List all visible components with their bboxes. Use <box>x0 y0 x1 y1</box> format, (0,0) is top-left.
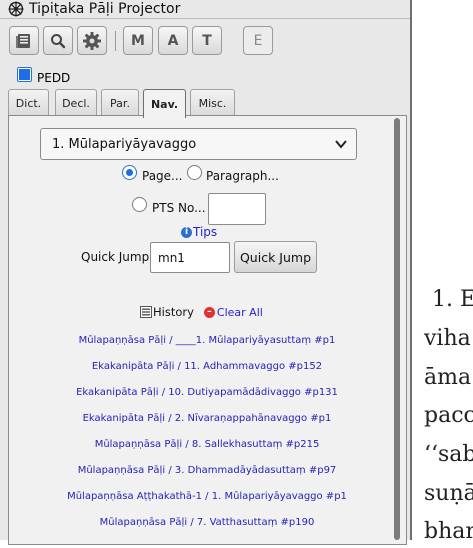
pts-input[interactable] <box>208 193 266 225</box>
remove-icon: – <box>203 306 215 318</box>
text-line: viha <box>424 326 471 351</box>
toolbar-separator <box>115 31 116 51</box>
history-item[interactable]: Mūlapaṇṇāsa Pāḷi / 7. Vatthasuttaṃ #p190 <box>9 517 405 528</box>
window-title: Tipiṭaka Pāḷi Projector <box>29 1 181 17</box>
tab-decl[interactable]: Decl. <box>55 89 97 116</box>
tab-par[interactable]: Par. <box>101 89 139 116</box>
tab-misc[interactable]: Misc. <box>190 89 235 116</box>
pedd-checkbox-row[interactable]: PEDD <box>17 63 70 85</box>
text-line: bhar <box>424 519 473 544</box>
book-icon <box>16 33 30 48</box>
text-line: āma <box>424 365 472 390</box>
search-icon <box>51 33 66 48</box>
title-bar: Tipiṭaka Pāḷi Projector <box>0 0 410 19</box>
atthakatha-button[interactable]: A <box>158 26 188 55</box>
book-button[interactable] <box>9 26 39 55</box>
history-item[interactable]: Mūlapaṇṇāsa Aṭṭhakathā-1 / 1. Mūlapariyā… <box>9 491 405 502</box>
vagga-select[interactable]: 1. Mūlapariyāyavaggo <box>40 128 357 160</box>
paragraph-radio-label: Paragraph... <box>206 169 279 183</box>
history-item[interactable]: Mūlapaṇṇāsa Pāḷi / 3. Dhammadāyādasuttaṃ… <box>9 465 405 476</box>
tab-nav[interactable]: Nav. <box>143 89 186 118</box>
dharma-wheel-icon <box>8 1 24 17</box>
quick-jump-button[interactable]: Quick Jump <box>234 241 317 273</box>
page-radio-label: Page... <box>142 169 183 183</box>
quick-jump-input[interactable]: mn1 <box>150 242 230 273</box>
pedd-checkbox[interactable] <box>17 66 32 82</box>
history-item[interactable]: Mūlapaṇṇāsa Pāḷi / 8. Sallekhasuttaṃ #p2… <box>9 439 405 450</box>
chevron-down-icon <box>335 140 347 149</box>
paragraph-heading: 1. E <box>432 287 473 312</box>
extra-button[interactable]: E <box>243 26 273 55</box>
history-item[interactable]: Ekakanipāta Pāḷi / 10. Dutiyapamādādivag… <box>9 387 405 398</box>
history-item[interactable]: Ekakanipāta Pāḷi / 11. Adhammavaggo #p15… <box>9 361 405 372</box>
info-icon: i <box>181 226 192 238</box>
gear-icon <box>83 31 101 50</box>
history-label: History <box>153 305 194 319</box>
quick-jump-value: mn1 <box>158 250 185 265</box>
text-line: ‘‘sab <box>424 442 473 467</box>
text-line: pacc <box>424 403 473 428</box>
tab-dict[interactable]: Dict. <box>8 89 49 116</box>
history-header: History – Clear All <box>140 305 263 319</box>
side-panel: Tipiṭaka Pāḷi Projector M A T E PEDD Dic… <box>0 0 412 545</box>
mula-button[interactable]: M <box>123 26 153 55</box>
history-item[interactable]: Ekakanipāta Pāḷi / 2. Nīvaraṇappahānavag… <box>9 413 405 424</box>
pts-radio-label: PTS No... <box>152 201 206 215</box>
text-line: suṇā <box>424 481 473 506</box>
clear-all-link[interactable]: – Clear All <box>203 305 263 319</box>
scrollbar[interactable] <box>394 118 400 540</box>
clear-all-label: Clear All <box>216 305 263 319</box>
pedd-label: PEDD <box>37 71 71 85</box>
paragraph-radio[interactable] <box>187 165 202 180</box>
search-button[interactable] <box>43 26 73 55</box>
vagga-select-value: 1. Mūlapariyāyavaggo <box>52 136 197 152</box>
tips-link[interactable]: i Tips <box>181 225 217 239</box>
quick-jump-label: Quick Jump <box>81 250 150 264</box>
history-item[interactable]: Mūlapaṇṇāsa Pāḷi / ____1. Mūlapariyāyasu… <box>9 335 405 346</box>
history-icon <box>140 306 152 318</box>
tika-button[interactable]: T <box>192 26 222 55</box>
settings-button[interactable] <box>77 26 107 55</box>
page-radio[interactable] <box>122 165 137 180</box>
pts-radio[interactable] <box>132 197 147 212</box>
tips-label: Tips <box>193 225 218 239</box>
